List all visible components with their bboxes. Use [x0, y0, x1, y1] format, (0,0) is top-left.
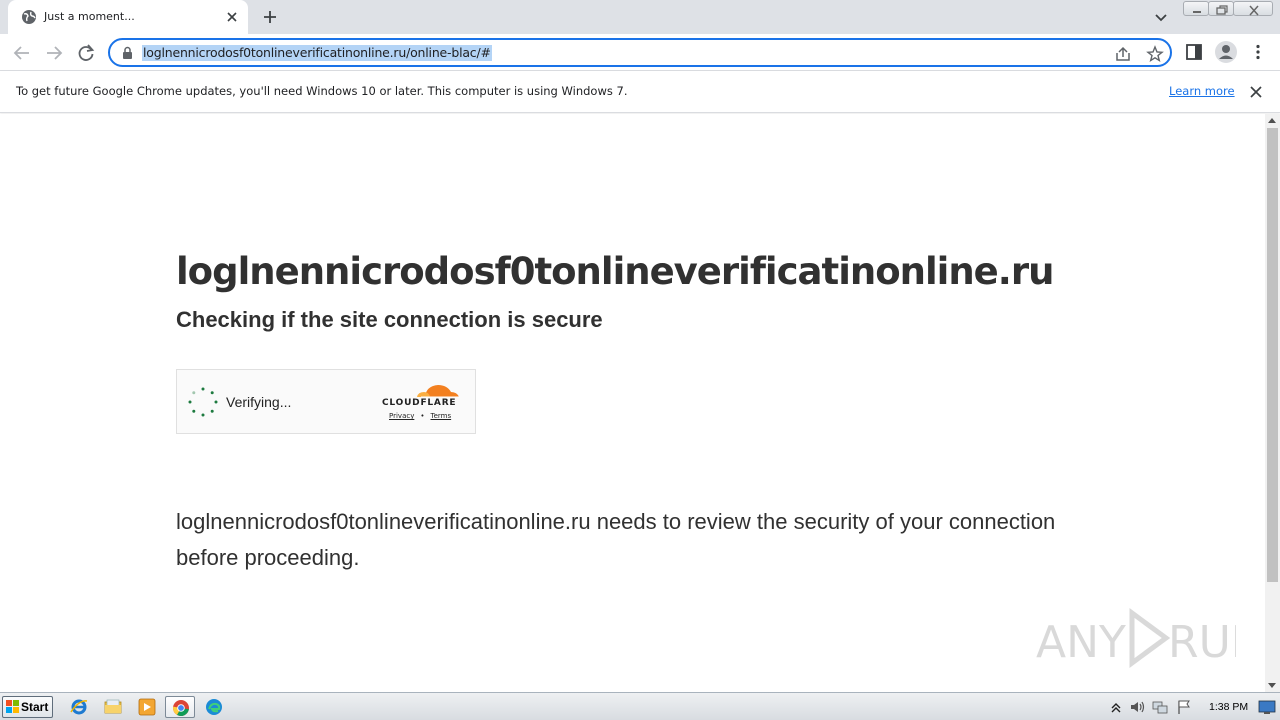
- cloudflare-widget[interactable]: Verifying... CLOUDFLARE Privacy • Terms: [176, 369, 476, 434]
- chevron-up-icon[interactable]: [1108, 699, 1124, 715]
- windows-logo-icon: [6, 700, 19, 713]
- window-close-button[interactable]: [1233, 1, 1273, 16]
- page-content: loglnennicrodosf0tonlineverificatinonlin…: [0, 114, 1265, 692]
- internet-explorer-icon: [70, 699, 88, 715]
- url-text[interactable]: loglnennicrodosf0tonlineverificatinonlin…: [142, 45, 492, 61]
- svg-text:ANY: ANY: [1036, 617, 1126, 668]
- minimize-button[interactable]: [1183, 1, 1209, 16]
- taskbar-app-media-player[interactable]: [132, 696, 162, 718]
- taskbar-app-edge[interactable]: [199, 696, 229, 718]
- volume-icon[interactable]: [1129, 699, 1145, 715]
- verify-status: Verifying...: [226, 394, 292, 410]
- share-icon[interactable]: [1114, 45, 1132, 63]
- show-desktop-icon[interactable]: [1258, 698, 1276, 716]
- arrow-left-icon[interactable]: [11, 42, 33, 64]
- chrome-icon: [172, 700, 189, 716]
- page-title: loglnennicrodosf0tonlineverificatinonlin…: [176, 250, 1054, 293]
- vertical-scrollbar[interactable]: [1265, 114, 1280, 692]
- tab-title: Just a moment...: [44, 10, 135, 23]
- profile-icon[interactable]: [1214, 40, 1238, 64]
- minimize-icon: [1193, 11, 1201, 13]
- side-panel-icon[interactable]: [1184, 42, 1204, 62]
- folder-icon: [104, 699, 122, 714]
- lock-icon[interactable]: [121, 46, 134, 60]
- cloudflare-brand: CLOUDFLARE: [382, 398, 457, 408]
- close-icon[interactable]: [1248, 84, 1264, 100]
- tab-active[interactable]: Just a moment...: [8, 0, 248, 34]
- update-infobar: To get future Google Chrome updates, you…: [0, 71, 1280, 113]
- windows-taskbar: Start 1:38 PM: [0, 692, 1280, 720]
- restore-button[interactable]: [1208, 1, 1234, 16]
- taskbar-clock[interactable]: 1:38 PM: [1209, 701, 1248, 713]
- media-player-icon: [138, 698, 156, 716]
- reload-icon[interactable]: [75, 42, 97, 64]
- privacy-link[interactable]: Privacy: [389, 412, 414, 420]
- anyrun-watermark-logo: ANY RUN: [1036, 608, 1236, 668]
- browser-toolbar: loglnennicrodosf0tonlineverificatinonlin…: [0, 34, 1280, 71]
- terms-link[interactable]: Terms: [431, 412, 452, 420]
- link-separator: •: [420, 412, 425, 420]
- widget-links: Privacy • Terms: [389, 412, 451, 420]
- scrollbar-thumb[interactable]: [1267, 128, 1278, 582]
- scroll-up-arrow-icon[interactable]: [1268, 118, 1276, 123]
- learn-more-link[interactable]: Learn more: [1169, 84, 1235, 98]
- arrow-right-icon[interactable]: [43, 42, 65, 64]
- close-icon: [1249, 5, 1259, 16]
- restore-icon: [1216, 5, 1228, 15]
- start-label: Start: [21, 700, 49, 714]
- taskbar-app-ie[interactable]: [64, 696, 94, 718]
- close-icon[interactable]: [224, 9, 240, 25]
- scroll-down-arrow-icon[interactable]: [1268, 683, 1276, 688]
- network-icon[interactable]: [1152, 699, 1168, 715]
- taskbar-app-explorer[interactable]: [98, 696, 128, 718]
- taskbar-app-chrome[interactable]: [165, 696, 195, 718]
- chevron-down-icon[interactable]: [1152, 8, 1170, 26]
- page-subtitle: Checking if the site connection is secur…: [176, 307, 603, 332]
- infobar-message: To get future Google Chrome updates, you…: [16, 84, 628, 98]
- plus-icon[interactable]: [260, 7, 280, 27]
- star-icon[interactable]: [1146, 45, 1164, 63]
- spinner-icon: [188, 387, 218, 417]
- tab-strip: Just a moment...: [0, 0, 1280, 34]
- security-description: loglnennicrodosf0tonlineverificatinonlin…: [176, 509, 1056, 570]
- start-button[interactable]: Start: [2, 696, 53, 718]
- action-center-flag-icon[interactable]: [1176, 699, 1192, 715]
- edge-icon: [206, 699, 222, 715]
- svg-text:RUN: RUN: [1168, 617, 1236, 668]
- kebab-menu-icon[interactable]: [1248, 42, 1268, 62]
- address-bar[interactable]: loglnennicrodosf0tonlineverificatinonlin…: [108, 38, 1172, 67]
- globe-icon: [22, 10, 36, 24]
